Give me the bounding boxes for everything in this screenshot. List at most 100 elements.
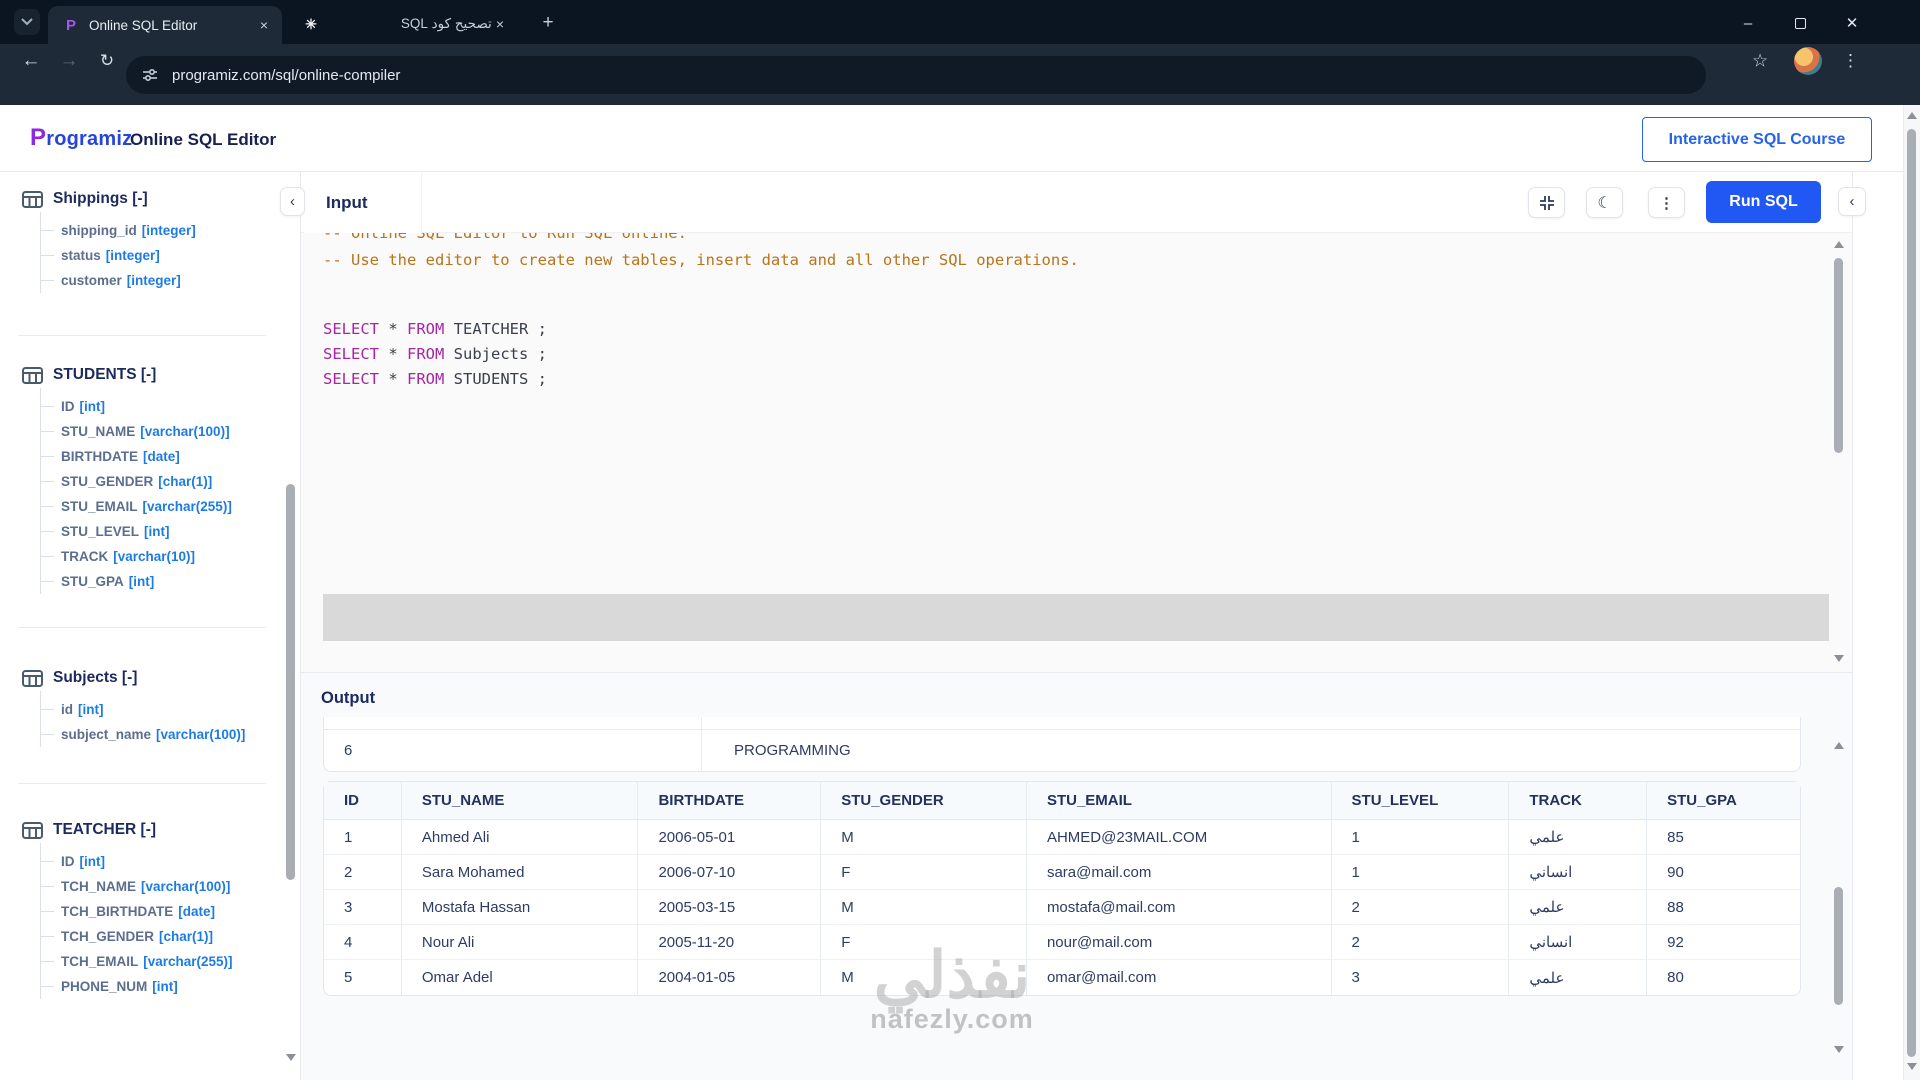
table-cell: انساني [1509,925,1647,960]
scroll-up-arrow[interactable] [1834,742,1844,749]
sidebar-table-subjects[interactable]: Subjects [-] [22,665,245,691]
code-token: Subjects ; [444,345,547,363]
tab-sql-correction[interactable]: ✳ تصحيح كود SQL × [292,8,516,40]
programiz-logo[interactable]: Programiz [30,124,132,152]
column-type: [varchar(100)] [156,727,245,742]
back-button[interactable]: ← [16,50,46,72]
editor-menu-button[interactable]: ⋮ [1648,187,1685,218]
scrollbar-thumb[interactable] [286,484,295,880]
column-name: TCH_BIRTHDATE [61,904,173,919]
browser-window: P Online SQL Editor × ✳ تصحيح كود SQL × … [0,0,1920,1080]
restore-icon [1795,18,1806,29]
table-cell: M [821,890,1027,925]
column-name: TCH_EMAIL [61,954,138,969]
table-icon [22,367,43,384]
table-cell: 3 [1332,960,1510,995]
chevron-left-icon: ‹ [290,193,295,210]
sidebar-separator [18,335,266,336]
column-header-birthdate: BIRTHDATE [638,782,821,820]
moon-icon: ☾ [1597,193,1611,213]
sidebar-section-shippings: Shippings [-] shipping_id [integer] status[… [22,186,196,293]
table-icon [22,670,43,687]
scroll-down-arrow[interactable] [1834,1046,1844,1053]
collapse-sidebar-button[interactable]: ‹ [280,187,305,216]
scroll-up-arrow[interactable] [1907,112,1917,119]
tab-search-button[interactable] [14,9,40,35]
sidebar-section-subjects: Subjects [-]id[int]subject_name[varchar(… [22,665,245,747]
reload-button[interactable]: ↻ [92,51,122,71]
tab-close-icon[interactable]: × [256,15,272,35]
address-bar[interactable]: programiz.com/sql/online-compiler [126,56,1706,94]
code-token: TEATCHER ; [444,320,547,338]
forward-button[interactable]: → [54,50,84,72]
sidebar-column-birthdate: BIRTHDATE[date] [41,444,232,469]
students-result-table: IDSTU_NAMEBIRTHDATESTU_GENDERSTU_EMAILST… [323,781,1801,996]
programiz-favicon: P [62,17,80,34]
sidebar-table-shippings[interactable]: Shippings [-] [22,186,196,212]
sidebar-column-status: status[integer] [41,243,196,268]
column-type: [varchar(255)] [143,499,232,514]
sql-code-editor[interactable]: -- Online SQL Editor to Run SQL online. -… [301,233,1852,672]
scroll-down-arrow[interactable] [286,1054,296,1061]
browser-menu-icon[interactable]: ⋮ [1842,51,1859,71]
profile-avatar[interactable] [1794,47,1822,75]
column-header-id: ID [324,782,402,820]
sidebar-table-students[interactable]: STUDENTS [-] [22,362,232,388]
table-icon [22,191,43,208]
table-cell: M [821,820,1027,855]
new-tab-button[interactable]: + [536,11,560,35]
column-list: shipping_id [integer] status[integer]custo… [40,212,196,293]
table-cell: 1 [1332,820,1510,855]
code-token: -- Online SQL Editor to Run SQL online. [323,233,687,242]
code-token: SELECT [323,370,379,388]
sidebar-column-stu_level: STU_LEVEL[int] [41,519,232,544]
scroll-down-arrow[interactable] [1834,655,1844,662]
sidebar-column-stu_gender: STU_GENDER[char(1)] [41,469,232,494]
column-name: shipping_id [61,223,137,238]
table-cell: mostafa@mail.com [1027,890,1332,925]
sidebar-column-tch_name: TCH_NAME[varchar(100)] [41,874,233,899]
scrollbar-thumb[interactable] [1834,887,1843,1005]
code-token: * [379,370,407,388]
column-header-stu_gender: STU_GENDER [821,782,1027,820]
column-type: [integer] [142,223,196,238]
sidebar-table-teatcher[interactable]: TEATCHER [-] [22,817,233,843]
page-scrollbar[interactable] [1903,105,1920,1080]
run-sql-button[interactable]: Run SQL [1706,181,1821,223]
scroll-up-arrow[interactable] [1834,241,1844,248]
table-cell: 88 [1647,890,1800,925]
column-header-stu_level: STU_LEVEL [1332,782,1510,820]
sidebar-section-teatcher: TEATCHER [-]ID[int]TCH_NAME[varchar(100)… [22,817,233,999]
openai-favicon: ✳ [302,16,320,33]
table-cell: 6 [324,730,702,771]
code-line: SELECT * FROM Subjects ; [323,343,547,365]
column-name: STU_EMAIL [61,499,138,514]
table-cell: AHMED@23MAIL.COM [1027,820,1332,855]
collapse-right-panel-button[interactable]: ‹ [1838,187,1866,216]
table-cell: nour@mail.com [1027,925,1332,960]
interactive-sql-course-button[interactable]: Interactive SQL Course [1642,117,1872,162]
fullscreen-button[interactable] [1528,187,1565,218]
sidebar-column-customer: customer[integer] [41,268,196,293]
scrollbar-thumb[interactable] [1907,129,1916,1057]
tab-input[interactable]: Input [304,172,422,233]
table-cell: انساني [1509,855,1647,890]
table-row: 3Mostafa Hassan2005-03-15Mmostafa@mail.c… [324,890,1800,925]
logo-wordmark: rogramiz [46,128,132,150]
column-name: TCH_GENDER [61,929,154,944]
bookmark-star-icon[interactable]: ☆ [1752,51,1768,72]
sidebar-separator [18,627,266,628]
column-name: status [61,248,101,263]
dark-mode-toggle[interactable]: ☾ [1586,187,1623,218]
window-minimize-button[interactable]: – [1728,10,1768,36]
scrollbar-thumb[interactable] [1834,258,1843,453]
column-name: STU_GPA [61,574,124,589]
code-line: -- Use the editor to create new tables, … [323,249,1079,271]
tab-online-sql-editor[interactable]: P Online SQL Editor × [48,6,282,44]
window-maximize-button[interactable] [1780,10,1820,36]
tab-close-icon[interactable]: × [492,14,508,34]
scroll-down-arrow[interactable] [1907,1063,1917,1070]
input-tab-label: Input [326,193,368,213]
table-row: 6 PROGRAMMING [324,729,1800,771]
window-close-button[interactable]: ✕ [1832,10,1872,36]
